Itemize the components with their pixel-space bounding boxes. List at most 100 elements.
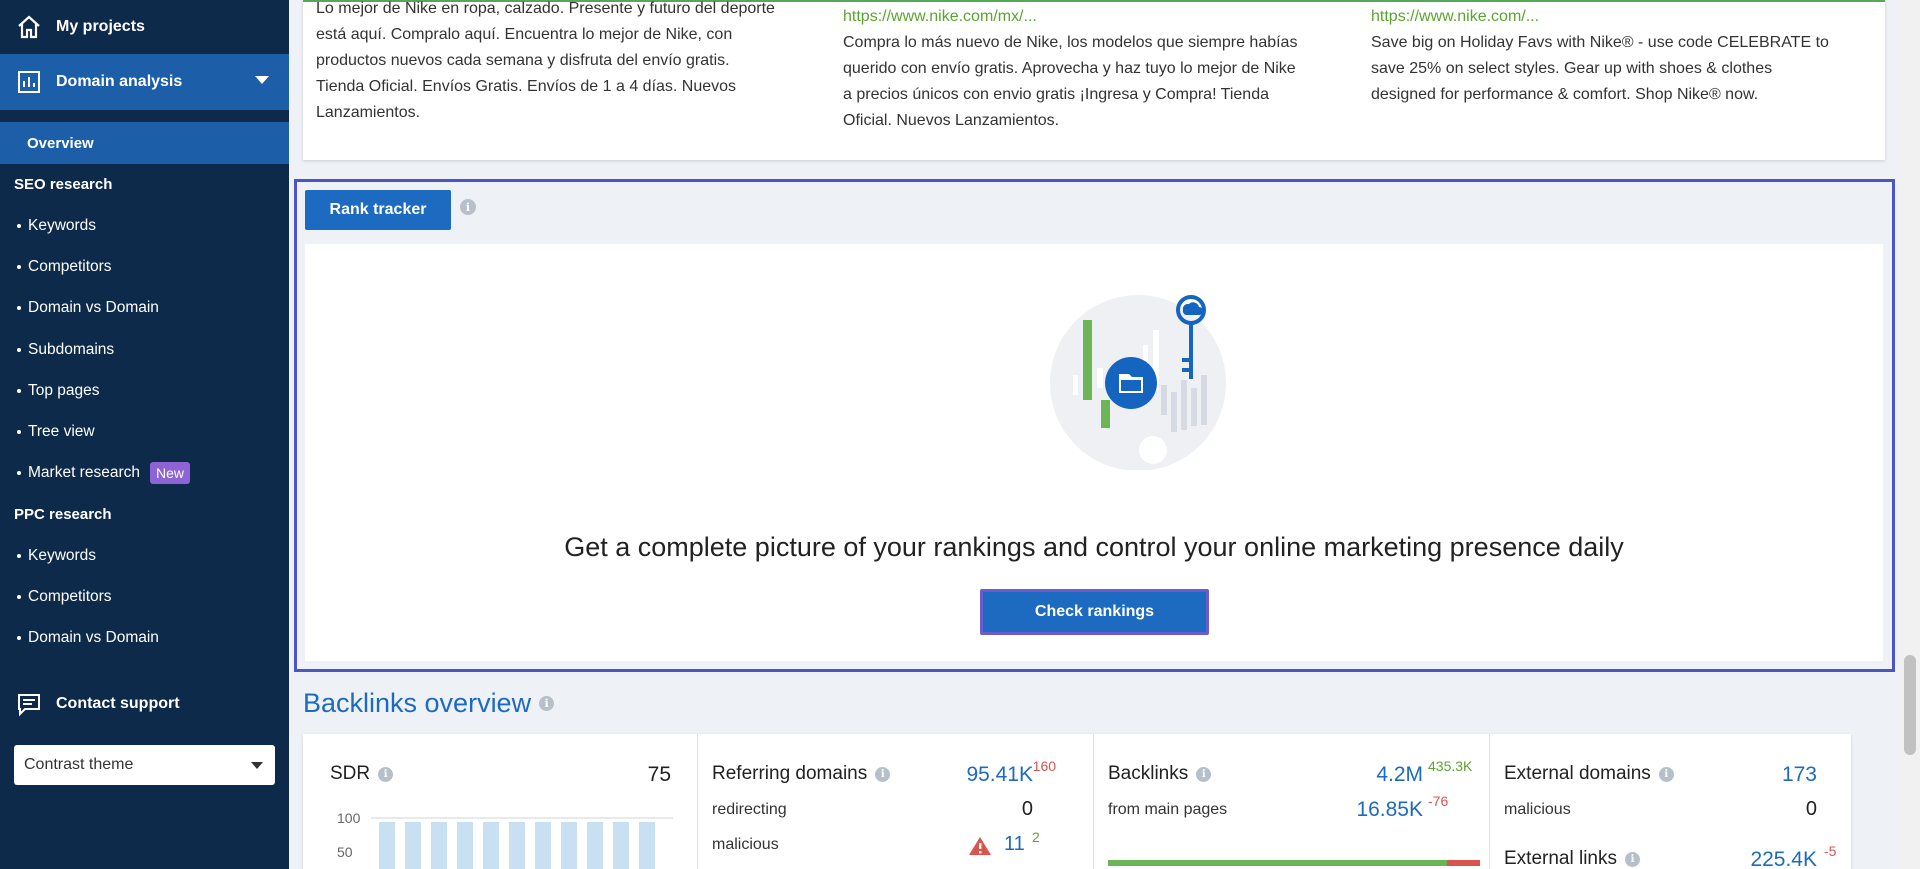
sidebar-item-label: Domain vs Domain <box>28 299 159 316</box>
sidebar-item-label: Keywords <box>28 547 97 564</box>
info-icon[interactable]: i <box>1625 851 1640 867</box>
ad-line: Oficial. Nuevos Lanzamientos. <box>843 112 1060 129</box>
bullet-icon <box>17 471 21 475</box>
sidebar-item-market-research[interactable]: Market research New <box>0 453 289 493</box>
theme-select[interactable]: Contrast theme <box>14 745 275 785</box>
ppc-research-title: PPC research <box>14 505 112 523</box>
backlinks-title-text: Backlinks overview <box>303 688 532 718</box>
sdr-bar <box>561 822 577 869</box>
backlinks-value[interactable]: 4.2M <box>1376 763 1423 787</box>
sdr-bars <box>379 822 655 869</box>
sdr-mini-chart <box>371 817 673 869</box>
referring-domains-label: Referring domains i <box>712 763 891 785</box>
sidebar-item-competitors[interactable]: Competitors <box>0 247 289 287</box>
backlinks-column: Backlinks i 4.2M 435.3K from main pages … <box>1093 734 1489 869</box>
ad-url[interactable]: https://www.nike.com/... <box>1371 4 1829 30</box>
chat-icon <box>18 694 40 717</box>
check-rankings-button[interactable]: Check rankings <box>980 589 1209 635</box>
sidebar-item-keywords[interactable]: Keywords <box>0 206 289 246</box>
backlinks-label-text: Backlinks <box>1108 763 1189 784</box>
sdr-bar <box>431 822 447 869</box>
bullet-icon <box>17 389 21 393</box>
bullet-icon <box>17 306 21 310</box>
bullet-icon <box>17 595 21 599</box>
backlinks-label: Backlinks i <box>1108 763 1212 785</box>
sidebar-item-overview[interactable]: Overview <box>0 122 289 164</box>
info-icon[interactable]: i <box>539 696 555 711</box>
sidebar-item-label: Market research <box>28 464 140 481</box>
info-icon[interactable]: i <box>378 766 394 782</box>
ad-line: designed for performance & comfort. Shop… <box>1371 86 1759 103</box>
from-main-pages-delta: -76 <box>1428 793 1449 809</box>
external-links-value[interactable]: 225.4K <box>1750 848 1817 869</box>
sidebar-item-ppc-keywords[interactable]: Keywords <box>0 536 289 576</box>
domain-analysis-menu[interactable]: Domain analysis <box>0 54 289 110</box>
external-domains-text: External domains <box>1504 763 1651 784</box>
page-scrollbar[interactable] <box>1900 0 1920 869</box>
info-icon[interactable]: i <box>460 199 476 215</box>
redirecting-value: 0 <box>1021 798 1033 820</box>
redirecting-label: redirecting <box>712 801 787 818</box>
backlinks-ratio-bar <box>1108 860 1480 866</box>
sidebar-item-top-pages[interactable]: Top pages <box>0 371 289 411</box>
external-domains-value[interactable]: 173 <box>1782 763 1817 787</box>
sidebar-item-label: Keywords <box>28 217 97 234</box>
ad-line: Lanzamientos. <box>316 104 421 121</box>
external-malicious-value: 0 <box>1805 798 1817 820</box>
sdr-bar <box>509 822 525 869</box>
bullet-icon <box>17 265 21 269</box>
sdr-tick-100: 100 <box>337 810 361 826</box>
ad-line: Compra lo más nuevo de Nike, los modelos… <box>843 34 1298 51</box>
referring-domains-text: Referring domains <box>712 763 868 784</box>
referring-domains-column: Referring domains i 95.41K -160 redirect… <box>697 734 1093 869</box>
external-links-delta: -5 <box>1824 843 1837 859</box>
sidebar-item-subdomains[interactable]: Subdomains <box>0 330 289 370</box>
rank-tracker-body: Get a complete picture of your rankings … <box>305 244 1883 661</box>
sdr-label: SDR i <box>330 763 394 785</box>
external-links-text: External links <box>1504 848 1617 869</box>
sidebar-item-label: Competitors <box>28 588 112 605</box>
sidebar-item-label: Competitors <box>28 258 112 275</box>
sidebar-item-ppc-competitors[interactable]: Competitors <box>0 577 289 617</box>
bullet-icon <box>17 636 21 640</box>
contact-support-link[interactable]: Contact support <box>0 683 289 725</box>
rankings-illustration <box>1050 295 1226 470</box>
backlinks-delta: 435.3K <box>1428 758 1473 774</box>
sidebar-item-tree-view[interactable]: Tree view <box>0 412 289 452</box>
backlinks-ratio-fill <box>1108 860 1447 866</box>
ad-3: https://www.nike.com/... Save big on Hol… <box>1371 4 1829 108</box>
sdr-column: SDR i 75 100 50 <box>303 734 697 869</box>
info-icon[interactable]: i <box>1196 766 1212 782</box>
my-projects-label: My projects <box>56 18 145 35</box>
sidebar-item-label: Subdomains <box>28 341 115 358</box>
sdr-bar <box>613 822 629 869</box>
sdr-bar <box>379 822 395 869</box>
rank-tracker-tab[interactable]: Rank tracker <box>305 190 451 230</box>
sidebar: My projects Domain analysis Overview SEO… <box>0 0 289 869</box>
external-domains-column: External domains i 173 malicious 0 Exter… <box>1489 734 1851 869</box>
ad-1: Lo mejor de Nike en ropa, calzado. Prese… <box>316 0 775 126</box>
bullet-icon <box>17 348 21 352</box>
from-main-pages-value[interactable]: 16.85K <box>1356 798 1423 822</box>
ad-line: Tienda Oficial. Envíos Gratis. Envíos de… <box>316 78 737 95</box>
bullet-icon <box>17 224 21 228</box>
info-icon[interactable]: i <box>1658 766 1674 782</box>
chevron-down-icon <box>255 76 269 84</box>
malicious-value[interactable]: 11 <box>1004 833 1025 856</box>
sidebar-item-ppc-domain-vs-domain[interactable]: Domain vs Domain <box>0 618 289 658</box>
ad-line: está aquí. Compralo aquí. Encuentra lo m… <box>316 26 733 43</box>
sidebar-item-domain-vs-domain[interactable]: Domain vs Domain <box>0 288 289 328</box>
info-icon[interactable]: i <box>875 766 891 782</box>
referring-domains-value[interactable]: 95.41K <box>966 763 1033 787</box>
backlinks-overview-card: SDR i 75 100 50 Referring domains i 95.4… <box>303 734 1851 869</box>
ad-url[interactable]: https://www.nike.com/mx/... <box>843 4 1297 30</box>
external-malicious-label: malicious <box>1504 801 1571 818</box>
sidebar-item-label: Top pages <box>28 382 100 399</box>
contact-support-label: Contact support <box>56 695 180 712</box>
seo-research-title: SEO research <box>14 175 113 193</box>
scrollbar-thumb[interactable] <box>1904 655 1916 755</box>
sdr-label-text: SDR <box>330 763 371 784</box>
my-projects-link[interactable]: My projects <box>0 0 289 54</box>
sidebar-item-label: Tree view <box>28 423 95 440</box>
warning-icon <box>969 837 991 855</box>
